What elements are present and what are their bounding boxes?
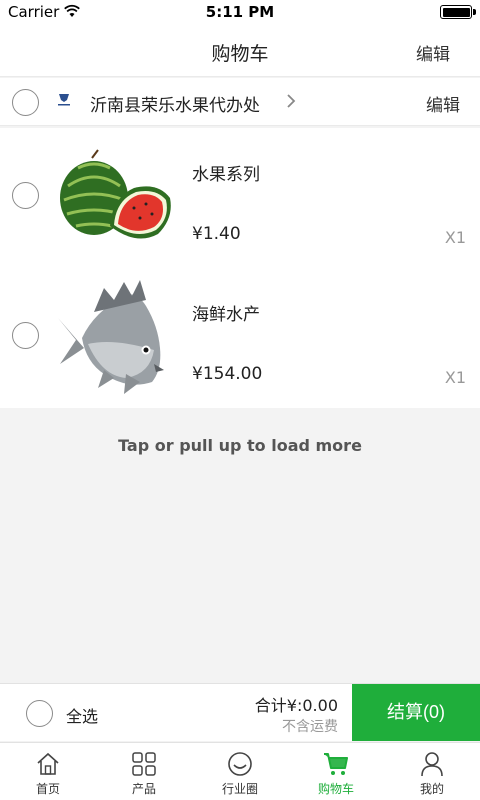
home-icon xyxy=(37,752,59,775)
status-bar: Carrier 5:11 PM xyxy=(0,0,480,24)
watermelon-image[interactable] xyxy=(54,138,178,258)
item-checkbox[interactable] xyxy=(12,182,39,209)
tab-label: 我的 xyxy=(419,782,444,796)
cart-icon xyxy=(324,753,348,775)
page-title: 购物车 xyxy=(211,43,269,65)
tab-products[interactable]: 产品 xyxy=(96,743,192,800)
tab-mine[interactable]: 我的 xyxy=(384,743,480,800)
store-name[interactable]: 沂南县荣乐水果代办处 xyxy=(90,91,260,116)
item-quantity: X1 xyxy=(444,228,466,247)
item-checkbox[interactable] xyxy=(12,322,39,349)
select-all-checkbox[interactable] xyxy=(26,700,53,727)
header-edit-button[interactable]: 编辑 xyxy=(416,40,450,65)
store-logo-icon xyxy=(58,94,70,106)
clock: 5:11 PM xyxy=(205,3,275,21)
smiley-icon xyxy=(228,752,252,776)
header: 购物车 编辑 xyxy=(0,24,480,77)
cart-item: 海鲜水产 ¥154.00 X1 xyxy=(0,268,480,408)
tab-bar: 首页 产品 行业圈 购物车 我的 xyxy=(0,742,480,800)
tab-label: 购物车 xyxy=(317,782,354,796)
total-amount: 合计¥:0.00 xyxy=(254,696,338,715)
item-name[interactable]: 海鲜水产 xyxy=(192,300,260,325)
cart-item: 水果系列 ¥1.40 X1 xyxy=(0,128,480,268)
store-checkbox[interactable] xyxy=(12,89,39,116)
select-all-label[interactable]: 全选 xyxy=(66,703,98,727)
load-more-text[interactable]: Tap or pull up to load more xyxy=(0,436,480,455)
checkout-bar: 全选 合计¥:0.00 不含运费 结算(0) xyxy=(0,683,480,741)
tab-industry-circle[interactable]: 行业圈 xyxy=(192,743,288,800)
tab-label: 产品 xyxy=(131,782,156,796)
store-edit-button[interactable]: 编辑 xyxy=(426,91,460,116)
battery-icon xyxy=(440,5,476,19)
item-quantity: X1 xyxy=(444,368,466,387)
tab-cart[interactable]: 购物车 xyxy=(288,743,384,800)
fish-image[interactable] xyxy=(54,278,178,398)
item-name[interactable]: 水果系列 xyxy=(192,160,260,185)
checkout-button[interactable]: 结算(0) xyxy=(352,684,480,741)
tab-home[interactable]: 首页 xyxy=(0,743,96,800)
tab-label: 首页 xyxy=(35,782,60,796)
shipping-note: 不含运费 xyxy=(282,719,338,735)
chevron-right-icon[interactable] xyxy=(285,92,297,110)
grid-icon xyxy=(132,752,156,776)
user-icon xyxy=(421,752,443,777)
store-row: 沂南县荣乐水果代办处 编辑 xyxy=(0,78,480,126)
item-price: ¥1.40 xyxy=(192,224,241,244)
tab-label: 行业圈 xyxy=(221,782,258,796)
item-price: ¥154.00 xyxy=(192,364,263,384)
